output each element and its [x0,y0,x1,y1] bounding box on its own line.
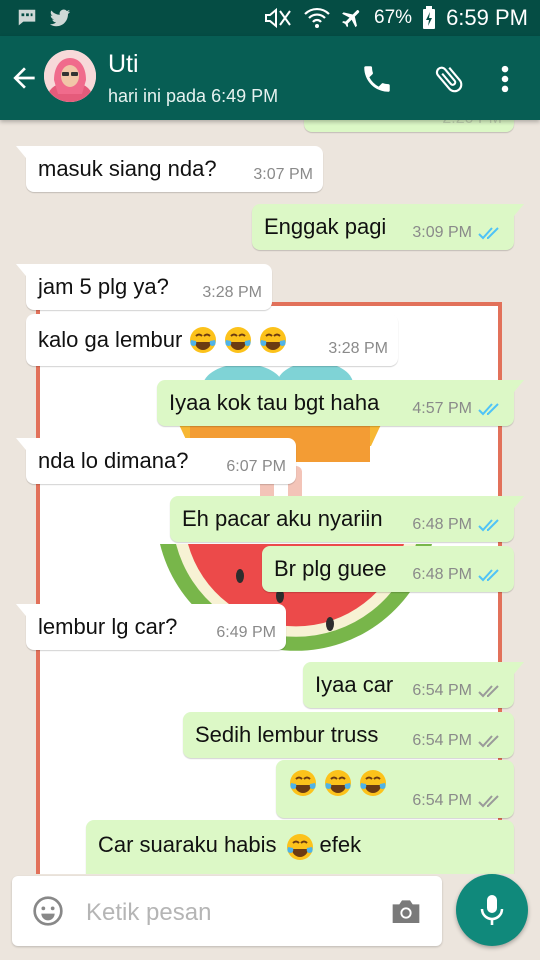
tears-of-joy-emoji [225,327,252,353]
message-time: 3:09 PM [412,224,472,241]
read-double-tick-icon [478,403,499,416]
message-time: 4:57 PM [412,400,472,417]
message-text: Iyaa kok tau bgt haha [169,390,380,415]
message-bubble-out[interactable]: 2:20 PM [304,120,514,132]
message-text: kalo ga lembur [38,327,183,352]
message-bubble-out[interactable]: Enggak pagi 3:09 PM [252,204,524,250]
message-text: masuk siang nda? [38,156,217,181]
camera-icon[interactable] [390,896,422,926]
paperclip-icon[interactable] [432,62,466,96]
last-seen-status: hari ini pada 6:49 PM [108,86,279,106]
battery-charging-icon [423,6,436,29]
twitter-icon [49,9,71,27]
message-text: Car suaraku habis [98,832,277,857]
read-double-tick-icon [478,227,499,240]
message-input-box[interactable]: Ketik pesan [12,876,442,946]
airplane-mode-icon [342,10,360,28]
message-text: Enggak pagi [264,214,387,239]
read-double-tick-icon [478,569,499,582]
microphone-icon [480,895,504,925]
tears-of-joy-emoji [260,327,287,353]
message-text: Br plg guee [274,556,387,581]
message-bubble-out[interactable]: Br plg guee 6:48 PM [262,546,514,592]
mute-icon [265,7,291,29]
chat-area[interactable]: 2:20 PM masuk siang nda? 3:07 PM Enggak … [0,120,540,874]
message-time: 6:54 PM [412,732,472,749]
emoji-picker-icon[interactable] [32,895,64,927]
message-bubble-out[interactable]: Sedih lembur truss 6:54 PM [183,712,514,758]
message-text: Eh pacar aku nyariin [182,506,383,531]
message-bubble-in[interactable]: masuk siang nda? 3:07 PM [16,146,323,192]
more-options-icon[interactable] [488,62,522,96]
tears-of-joy-emoji [286,834,313,860]
tears-of-joy-emoji [325,770,351,796]
message-bubble-in[interactable]: jam 5 plg ya? 3:28 PM [16,264,272,310]
message-bubble-in[interactable]: nda lo dimana? 6:07 PM [16,438,296,484]
message-text: jam 5 plg ya? [38,274,169,299]
avatar[interactable] [44,50,96,102]
contact-name[interactable]: Uti [108,50,139,79]
message-time: 6:49 PM [216,624,276,641]
message-bubble-out[interactable]: 6:54 PM [276,760,514,818]
status-bar: 67% 6:59 PM [0,0,540,36]
chat-notification-icon [18,9,36,26]
message-text: nda lo dimana? [38,448,189,473]
voice-record-button[interactable] [456,874,528,946]
message-bubble-in[interactable]: lembur lg car? 6:49 PM [16,604,286,650]
tears-of-joy-emoji [360,770,386,796]
message-time: 6:07 PM [226,458,286,475]
message-time: 3:28 PM [202,284,262,301]
message-time: 6:48 PM [412,516,472,533]
phone-call-icon[interactable] [360,62,394,96]
message-bubble-out[interactable]: Iyaa kok tau bgt haha 4:57 PM [157,380,524,426]
message-bubble-out[interactable]: Iyaa car 6:54 PM [303,662,524,708]
message-bubble-in[interactable]: kalo ga lembur 3:28 PM [26,314,398,366]
message-input[interactable]: Ketik pesan [86,899,211,927]
clock: 6:59 PM [446,5,528,30]
message-text: efek [319,832,362,857]
message-time: 6:54 PM [412,792,472,809]
message-text: lembur lg car? [38,614,178,639]
message-bubble-out[interactable]: Eh pacar aku nyariin 6:48 PM [170,496,524,542]
chat-header: Uti hari ini pada 6:49 PM [0,36,540,120]
wifi-icon [304,7,330,28]
message-time: 3:07 PM [253,166,313,183]
message-bubble-out[interactable]: Car suaraku habis efek [86,820,514,874]
battery-percent: 67% [374,7,413,28]
delivered-double-tick-icon [478,735,499,748]
message-text: Sedih lembur truss [195,722,379,747]
message-time: 6:54 PM [412,682,472,699]
delivered-double-tick-icon [478,795,499,808]
message-text: Iyaa car [315,672,394,697]
read-double-tick-icon [478,519,499,532]
message-time: 6:48 PM [412,566,472,583]
tears-of-joy-emoji [190,327,217,353]
message-time: 2:20 PM [442,120,502,128]
back-arrow-icon[interactable] [8,62,40,94]
message-time: 3:28 PM [328,340,388,357]
tears-of-joy-emoji [290,770,316,796]
delivered-double-tick-icon [478,685,499,698]
